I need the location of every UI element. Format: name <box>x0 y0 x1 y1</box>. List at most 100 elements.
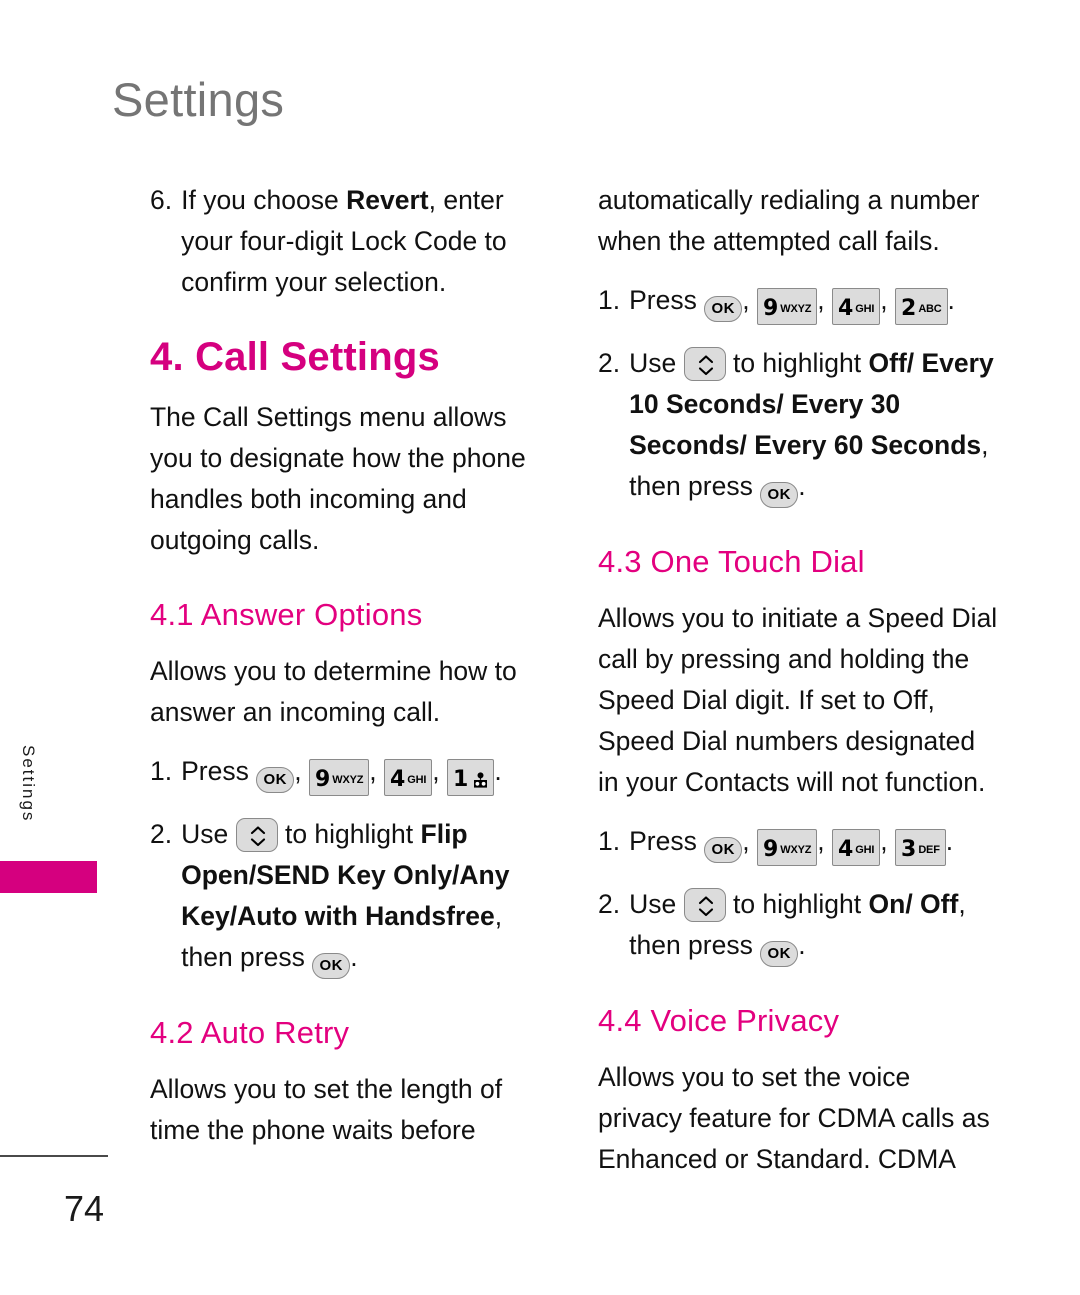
paragraph-answer-options: Allows you to determine how to answer an… <box>150 656 517 727</box>
step-text-part: , <box>742 826 757 856</box>
key-4-icon: 4 GHI <box>383 759 433 796</box>
heading-voice-privacy: 4.4 Voice Privacy <box>598 1003 840 1038</box>
footer-divider <box>0 1155 108 1157</box>
step-text-part: , <box>742 285 757 315</box>
nav-up-down-key-icon <box>683 888 726 922</box>
step-item: 1. Press OK, 9 WXYZ, 4 GHI, 3 DEF. <box>598 821 998 866</box>
heading-answer-options: 4.1 Answer Options <box>150 597 423 632</box>
ok-key-icon: OK <box>256 767 295 793</box>
key-letters: GHI <box>855 844 875 856</box>
step-text-part: , <box>958 889 966 919</box>
heading-one-touch-dial: 4.3 One Touch Dial <box>598 544 865 579</box>
step-text-part: . <box>494 756 502 786</box>
key-digit: 9 <box>762 837 779 862</box>
ok-key-icon: OK <box>704 296 743 322</box>
nav-up-down-key-icon <box>683 347 726 381</box>
step-text-part: Press <box>181 756 257 786</box>
step-number: 6. <box>150 185 173 215</box>
right-column: automatically redialing a number when th… <box>598 180 998 1206</box>
left-column: 6. If you choose Revert, enter your four… <box>150 180 550 1177</box>
step-text-part: , <box>817 285 832 315</box>
key-digit: 4 <box>389 767 406 792</box>
step-text: Use to highlight On/ Off, then press OK. <box>629 884 998 967</box>
step-text-part: Press <box>629 826 705 856</box>
step-text-part: Use <box>181 819 236 849</box>
step-text-part: , <box>369 756 384 786</box>
key-digit: 4 <box>837 837 854 862</box>
step-number: 1. <box>598 285 621 315</box>
step-text: Use to highlight Off/ Every 10 Seconds/ … <box>629 343 998 508</box>
step-text-part: to highlight <box>725 889 869 919</box>
step-number: 1. <box>598 826 621 856</box>
key-letters: WXYZ <box>780 303 812 315</box>
paragraph-one-touch-dial: Allows you to initiate a Speed Dial call… <box>598 603 998 797</box>
step-text: Press OK, 9 WXYZ, 4 GHI, 1. <box>181 751 550 796</box>
key-digit: 3 <box>901 837 917 862</box>
key-letters: WXYZ <box>780 844 812 856</box>
step-item: 6. If you choose Revert, enter your four… <box>150 180 550 303</box>
step-text-bold: On/ Off <box>868 889 959 919</box>
key-digit: 9 <box>314 767 331 792</box>
step-text-part: . <box>947 285 955 315</box>
key-letters: DEF <box>918 844 940 856</box>
key-1-icon: 1 <box>447 759 495 796</box>
step-item: 2. Use to highlight On/ Off, then press … <box>598 884 998 967</box>
step-text: Use to highlight Flip Open/SEND Key Only… <box>181 814 550 979</box>
key-digit: 1 <box>453 767 469 792</box>
step-text-part: Press <box>629 285 705 315</box>
page-title: Settings <box>112 73 285 126</box>
step-number: 2. <box>598 889 621 919</box>
key-9-icon: 9 WXYZ <box>756 288 818 325</box>
step-text-part: , <box>880 285 895 315</box>
key-letters: WXYZ <box>332 774 364 786</box>
step-number: 2. <box>150 819 173 849</box>
key-letters: ABC <box>918 303 942 315</box>
step-text-part: then press <box>629 471 761 501</box>
step-text-part: then press <box>181 942 313 972</box>
step-text-part: , <box>817 826 832 856</box>
ok-key-icon: OK <box>312 953 351 979</box>
step-text-part: . <box>798 471 806 501</box>
step-text-part: Use <box>629 889 684 919</box>
page-number: 74 <box>64 1188 105 1229</box>
ok-key-icon: OK <box>760 941 799 967</box>
key-9-icon: 9 WXYZ <box>756 829 818 866</box>
step-text: If you choose Revert, enter your four-di… <box>181 180 550 303</box>
step-text-part: to highlight <box>277 819 421 849</box>
key-digit: 2 <box>901 296 917 321</box>
step-item: 2. Use to highlight Flip Open/SEND Key O… <box>150 814 550 979</box>
step-text-part: If you choose <box>181 185 347 215</box>
voicemail-icon <box>473 767 488 788</box>
step-text-bold: Revert <box>346 185 429 215</box>
key-4-icon: 4 GHI <box>831 288 881 325</box>
step-text-part: . <box>350 942 358 972</box>
heading-call-settings: 4. Call Settings <box>150 335 440 379</box>
key-digit: 9 <box>762 296 779 321</box>
paragraph-call-settings: The Call Settings menu allows you to des… <box>150 402 526 555</box>
step-text: Press OK, 9 WXYZ, 4 GHI, 3 DEF. <box>629 821 998 866</box>
heading-auto-retry: 4.2 Auto Retry <box>150 1015 350 1050</box>
key-4-icon: 4 GHI <box>831 829 881 866</box>
step-text-part: . <box>798 930 806 960</box>
step-text: Press OK, 9 WXYZ, 4 GHI, 2 ABC. <box>629 280 998 325</box>
ok-key-icon: OK <box>704 837 743 863</box>
ok-key-icon: OK <box>760 482 799 508</box>
step-item: 2. Use to highlight Off/ Every 10 Second… <box>598 343 998 508</box>
step-item: 1. Press OK, 9 WXYZ, 4 GHI, 2 ABC. <box>598 280 998 325</box>
side-tab-bar <box>0 861 97 893</box>
step-text-part: then press <box>629 930 761 960</box>
step-item: 1. Press OK, 9 WXYZ, 4 GHI, 1. <box>150 751 550 796</box>
paragraph-auto-retry-continued: automatically redialing a number when th… <box>598 185 980 256</box>
key-letters: GHI <box>407 774 427 786</box>
step-text-part: , <box>880 826 895 856</box>
paragraph-auto-retry: Allows you to set the length of time the… <box>150 1074 503 1145</box>
paragraph-voice-privacy: Allows you to set the voice privacy feat… <box>598 1062 990 1174</box>
step-text-part: , <box>981 430 989 460</box>
key-2-icon: 2 ABC <box>895 288 948 325</box>
step-text-part: , <box>494 901 503 931</box>
step-number: 2. <box>598 348 621 378</box>
key-letters: GHI <box>855 303 875 315</box>
step-number: 1. <box>150 756 173 786</box>
key-3-icon: 3 DEF <box>895 829 946 866</box>
step-text-part: to highlight <box>725 348 869 378</box>
